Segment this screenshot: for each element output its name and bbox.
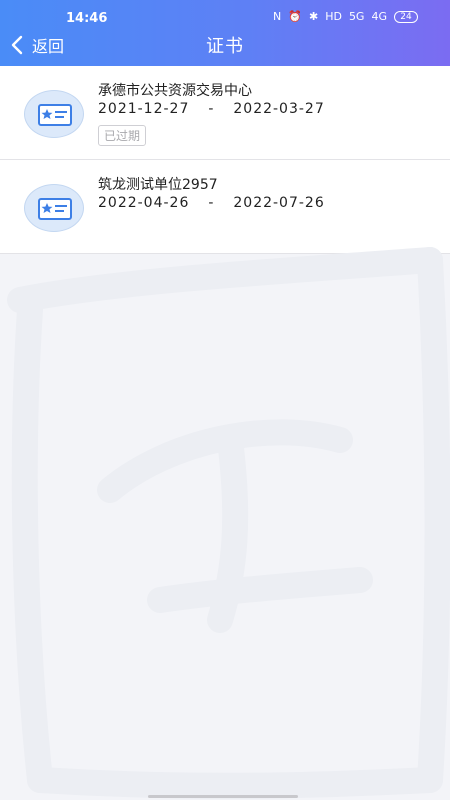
end-date: 2022-07-26 <box>233 195 325 211</box>
alarm-icon: ⏰ <box>288 10 302 23</box>
certificate-validity: 2021-12-27 - 2022-03-27 <box>98 101 325 117</box>
start-date: 2022-04-26 <box>98 195 190 211</box>
bluetooth-icon: ✱ <box>308 10 319 23</box>
nfc-icon: N <box>273 10 282 23</box>
status-icons: N ⏰ ✱ HD 5G 4G 24 <box>273 10 418 23</box>
watermark-graphic <box>7 247 450 799</box>
nav-bar: 返回 证书 <box>0 30 450 60</box>
certificate-name: 承德市公共资源交易中心 <box>98 83 252 99</box>
signal-5g-icon: 5G <box>348 10 365 23</box>
status-bar: 14:46 N ⏰ ✱ HD 5G 4G 24 <box>0 8 450 30</box>
certificate-item[interactable]: 承德市公共资源交易中心 2021-12-27 - 2022-03-27 已过期 <box>0 66 450 160</box>
date-separator: - <box>208 101 215 117</box>
status-badge: 已过期 <box>98 125 147 146</box>
status-time: 14:46 <box>66 11 108 26</box>
page-title: 证书 <box>206 36 244 57</box>
home-indicator <box>148 795 298 798</box>
battery-icon: 24 <box>394 10 418 23</box>
certificate-name: 筑龙测试单位2957 <box>98 177 218 193</box>
certificate-icon <box>24 184 84 232</box>
signal-4g-icon: 4G <box>371 10 387 23</box>
certificate-validity: 2022-04-26 - 2022-07-26 <box>98 195 325 211</box>
date-separator: - <box>208 195 215 211</box>
app-header: 14:46 N ⏰ ✱ HD 5G 4G 24 返回 证书 <box>0 0 450 66</box>
certificate-icon <box>24 90 84 138</box>
certificate-list: 承德市公共资源交易中心 2021-12-27 - 2022-03-27 已过期 筑龙… <box>0 66 450 254</box>
end-date: 2022-03-27 <box>233 101 325 117</box>
hd-icon: HD <box>325 10 342 23</box>
start-date: 2021-12-27 <box>98 101 190 117</box>
